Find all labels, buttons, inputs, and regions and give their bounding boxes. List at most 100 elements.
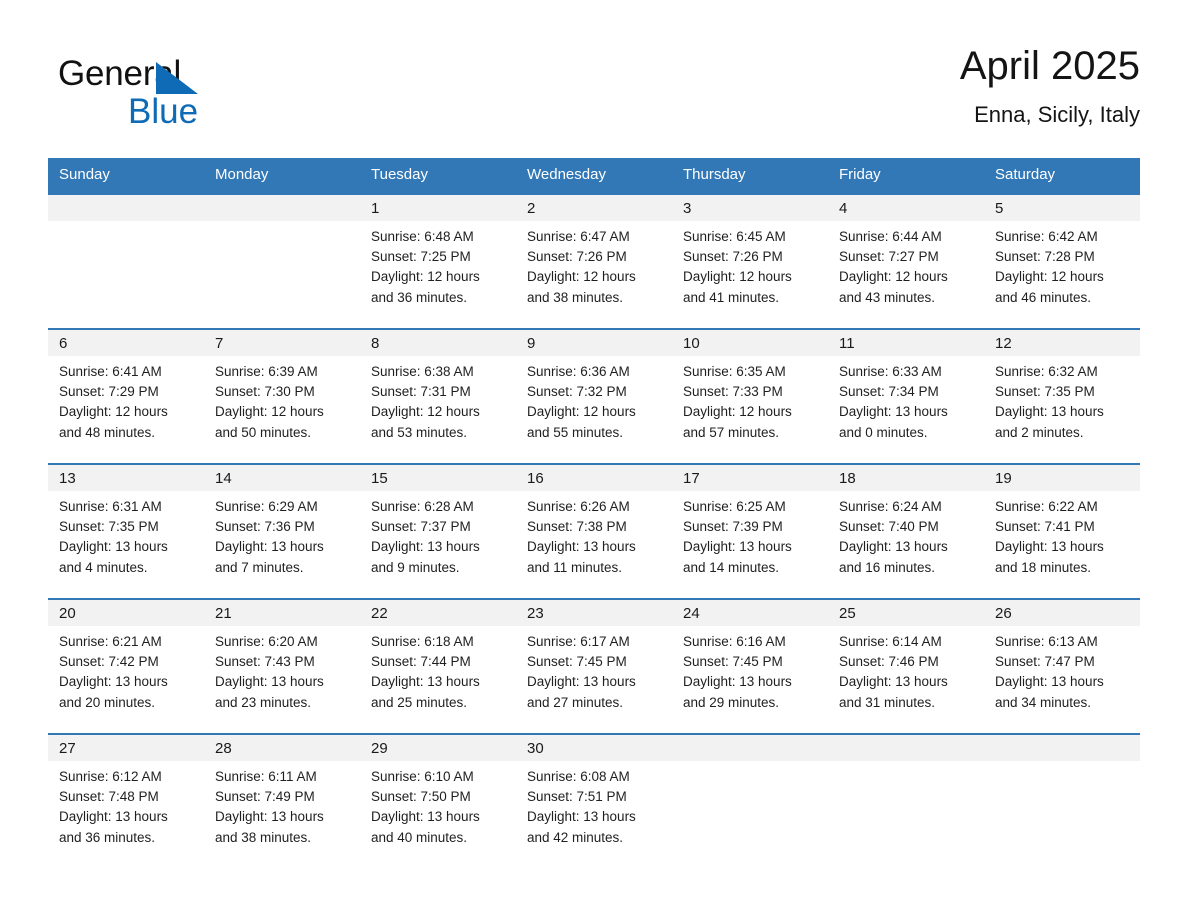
daylight-text: Daylight: 13 hours and 16 minutes. xyxy=(839,539,948,575)
day-number: 17 xyxy=(683,470,700,487)
day-number-band: 11 xyxy=(828,330,984,356)
day-number-band: 23 xyxy=(516,600,672,626)
day-cell[interactable]: 8 Sunrise: 6:38 AM Sunset: 7:31 PM Daylight… xyxy=(360,328,516,464)
day-number-band: 26 xyxy=(984,600,1140,626)
day-cell[interactable]: 18 Sunrise: 6:24 AM Sunset: 7:40 PM Dayligh… xyxy=(828,463,984,599)
sunset-text: Sunset: 7:33 PM xyxy=(683,384,783,400)
title-block: April 2025 Enna, Sicily, Italy xyxy=(960,40,1140,130)
daylight-text: Daylight: 13 hours and 20 minutes. xyxy=(59,674,168,710)
day-cell[interactable]: 21 Sunrise: 6:20 AM Sunset: 7:43 PM Dayligh… xyxy=(204,598,360,734)
general-blue-logo[interactable]: General Blue xyxy=(58,54,318,140)
day-number-band: 17 xyxy=(672,465,828,491)
day-details: Sunrise: 6:17 AM Sunset: 7:45 PM Daylight:… xyxy=(516,626,672,713)
sunrise-text: Sunrise: 6:47 AM xyxy=(527,229,630,244)
sunset-text: Sunset: 7:49 PM xyxy=(215,789,315,805)
day-cell-empty xyxy=(48,193,204,329)
daylight-text: Daylight: 12 hours and 38 minutes. xyxy=(527,269,636,305)
day-cell[interactable]: 27 Sunrise: 6:12 AM Sunset: 7:48 PM Dayligh… xyxy=(48,733,204,869)
calendar-week-row: 27 Sunrise: 6:12 AM Sunset: 7:48 PM Dayligh… xyxy=(48,733,1140,869)
sunset-text: Sunset: 7:50 PM xyxy=(371,789,471,805)
day-cell[interactable]: 12 Sunrise: 6:32 AM Sunset: 7:35 PM Dayligh… xyxy=(984,328,1140,464)
sunrise-text: Sunrise: 6:38 AM xyxy=(371,364,474,379)
day-number: 26 xyxy=(995,605,1012,622)
daylight-text: Daylight: 13 hours and 9 minutes. xyxy=(371,539,480,575)
daylight-text: Daylight: 13 hours and 23 minutes. xyxy=(215,674,324,710)
day-cell[interactable]: 1 Sunrise: 6:48 AM Sunset: 7:25 PM Daylight… xyxy=(360,193,516,329)
sunrise-text: Sunrise: 6:14 AM xyxy=(839,634,942,649)
daylight-text: Daylight: 12 hours and 57 minutes. xyxy=(683,404,792,440)
sunrise-text: Sunrise: 6:13 AM xyxy=(995,634,1098,649)
day-cell[interactable]: 29 Sunrise: 6:10 AM Sunset: 7:50 PM Dayligh… xyxy=(360,733,516,869)
day-number-band: 4 xyxy=(828,195,984,221)
daylight-text: Daylight: 12 hours and 41 minutes. xyxy=(683,269,792,305)
sunset-text: Sunset: 7:42 PM xyxy=(59,654,159,670)
page-header: General Blue April 2025 Enna, Sicily, It… xyxy=(48,40,1140,150)
day-cell[interactable]: 14 Sunrise: 6:29 AM Sunset: 7:36 PM Dayligh… xyxy=(204,463,360,599)
day-details: Sunrise: 6:33 AM Sunset: 7:34 PM Daylight:… xyxy=(828,356,984,443)
day-number: 21 xyxy=(215,605,232,622)
daylight-text: Daylight: 13 hours and 42 minutes. xyxy=(527,809,636,845)
weekday-header-saturday: Saturday xyxy=(984,158,1140,194)
day-number-band: 24 xyxy=(672,600,828,626)
day-cell[interactable]: 16 Sunrise: 6:26 AM Sunset: 7:38 PM Dayligh… xyxy=(516,463,672,599)
day-number-band: 16 xyxy=(516,465,672,491)
day-cell[interactable]: 11 Sunrise: 6:33 AM Sunset: 7:34 PM Dayligh… xyxy=(828,328,984,464)
day-details: Sunrise: 6:21 AM Sunset: 7:42 PM Daylight:… xyxy=(48,626,204,713)
day-cell[interactable]: 19 Sunrise: 6:22 AM Sunset: 7:41 PM Dayligh… xyxy=(984,463,1140,599)
sunrise-text: Sunrise: 6:42 AM xyxy=(995,229,1098,244)
day-number-band xyxy=(984,735,1140,761)
sunset-text: Sunset: 7:45 PM xyxy=(683,654,783,670)
daylight-text: Daylight: 12 hours and 48 minutes. xyxy=(59,404,168,440)
day-number-band: 20 xyxy=(48,600,204,626)
sunrise-text: Sunrise: 6:41 AM xyxy=(59,364,162,379)
day-cell[interactable]: 7 Sunrise: 6:39 AM Sunset: 7:30 PM Daylight… xyxy=(204,328,360,464)
day-cell[interactable]: 15 Sunrise: 6:28 AM Sunset: 7:37 PM Dayligh… xyxy=(360,463,516,599)
day-cell[interactable]: 9 Sunrise: 6:36 AM Sunset: 7:32 PM Daylight… xyxy=(516,328,672,464)
day-cell[interactable]: 22 Sunrise: 6:18 AM Sunset: 7:44 PM Dayligh… xyxy=(360,598,516,734)
sunset-text: Sunset: 7:38 PM xyxy=(527,519,627,535)
day-cell[interactable]: 3 Sunrise: 6:45 AM Sunset: 7:26 PM Daylight… xyxy=(672,193,828,329)
sunrise-text: Sunrise: 6:11 AM xyxy=(215,769,317,784)
sunset-text: Sunset: 7:35 PM xyxy=(995,384,1095,400)
day-number: 28 xyxy=(215,740,232,757)
day-details: Sunrise: 6:24 AM Sunset: 7:40 PM Daylight:… xyxy=(828,491,984,578)
day-details: Sunrise: 6:39 AM Sunset: 7:30 PM Daylight:… xyxy=(204,356,360,443)
day-cell[interactable]: 13 Sunrise: 6:31 AM Sunset: 7:35 PM Dayligh… xyxy=(48,463,204,599)
day-cell[interactable]: 5 Sunrise: 6:42 AM Sunset: 7:28 PM Daylight… xyxy=(984,193,1140,329)
day-number: 30 xyxy=(527,740,544,757)
sunrise-text: Sunrise: 6:44 AM xyxy=(839,229,942,244)
day-cell[interactable]: 24 Sunrise: 6:16 AM Sunset: 7:45 PM Dayligh… xyxy=(672,598,828,734)
day-cell[interactable]: 25 Sunrise: 6:14 AM Sunset: 7:46 PM Dayligh… xyxy=(828,598,984,734)
day-details: Sunrise: 6:29 AM Sunset: 7:36 PM Daylight:… xyxy=(204,491,360,578)
day-cell[interactable]: 6 Sunrise: 6:41 AM Sunset: 7:29 PM Daylight… xyxy=(48,328,204,464)
sunrise-text: Sunrise: 6:28 AM xyxy=(371,499,474,514)
daylight-text: Daylight: 13 hours and 38 minutes. xyxy=(215,809,324,845)
sunrise-text: Sunrise: 6:18 AM xyxy=(371,634,474,649)
day-cell[interactable]: 17 Sunrise: 6:25 AM Sunset: 7:39 PM Dayligh… xyxy=(672,463,828,599)
day-cell[interactable]: 28 Sunrise: 6:11 AM Sunset: 7:49 PM Dayligh… xyxy=(204,733,360,869)
day-cell[interactable]: 26 Sunrise: 6:13 AM Sunset: 7:47 PM Dayligh… xyxy=(984,598,1140,734)
day-cell[interactable]: 30 Sunrise: 6:08 AM Sunset: 7:51 PM Dayligh… xyxy=(516,733,672,869)
day-cell[interactable]: 23 Sunrise: 6:17 AM Sunset: 7:45 PM Dayligh… xyxy=(516,598,672,734)
day-number-band: 30 xyxy=(516,735,672,761)
day-cell[interactable]: 10 Sunrise: 6:35 AM Sunset: 7:33 PM Dayligh… xyxy=(672,328,828,464)
sunrise-text: Sunrise: 6:08 AM xyxy=(527,769,630,784)
day-details: Sunrise: 6:28 AM Sunset: 7:37 PM Daylight:… xyxy=(360,491,516,578)
calendar-grid: Sunday Monday Tuesday Wednesday Thursday… xyxy=(48,158,1140,869)
sunrise-text: Sunrise: 6:12 AM xyxy=(59,769,162,784)
daylight-text: Daylight: 13 hours and 4 minutes. xyxy=(59,539,168,575)
day-number: 7 xyxy=(215,335,224,352)
day-cell[interactable]: 4 Sunrise: 6:44 AM Sunset: 7:27 PM Daylight… xyxy=(828,193,984,329)
weekday-header-sunday: Sunday xyxy=(48,158,204,194)
day-cell[interactable]: 2 Sunrise: 6:47 AM Sunset: 7:26 PM Daylight… xyxy=(516,193,672,329)
day-cell[interactable]: 20 Sunrise: 6:21 AM Sunset: 7:42 PM Dayligh… xyxy=(48,598,204,734)
day-details: Sunrise: 6:12 AM Sunset: 7:48 PM Daylight:… xyxy=(48,761,204,848)
day-number: 1 xyxy=(371,200,380,217)
day-details: Sunrise: 6:47 AM Sunset: 7:26 PM Daylight:… xyxy=(516,221,672,308)
daylight-text: Daylight: 13 hours and 2 minutes. xyxy=(995,404,1104,440)
day-details: Sunrise: 6:41 AM Sunset: 7:29 PM Daylight:… xyxy=(48,356,204,443)
day-number: 29 xyxy=(371,740,388,757)
sunrise-text: Sunrise: 6:16 AM xyxy=(683,634,786,649)
calendar-table: Sunday Monday Tuesday Wednesday Thursday… xyxy=(48,158,1140,869)
day-number-band: 29 xyxy=(360,735,516,761)
